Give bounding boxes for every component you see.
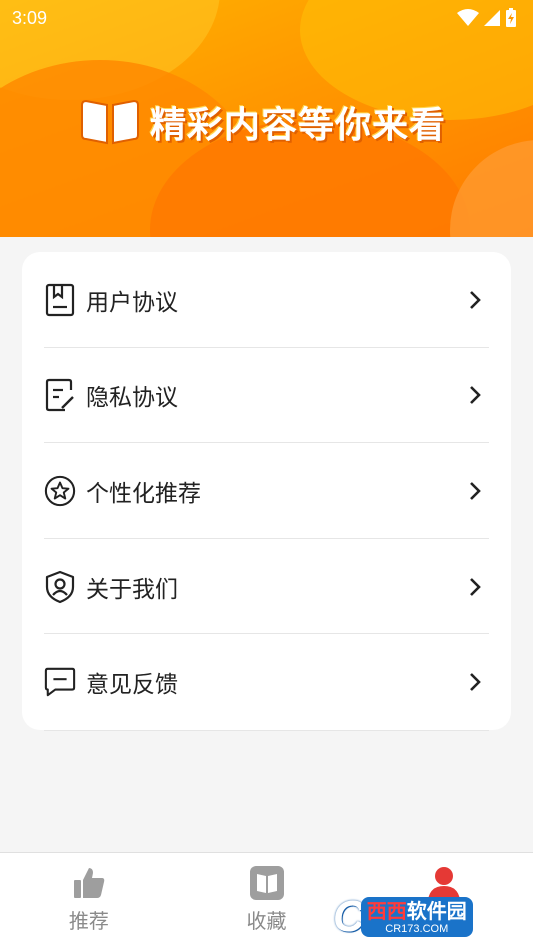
menu-item-user-agreement[interactable]: 用户协议	[22, 252, 511, 348]
tab-label: 推荐	[68, 909, 109, 933]
menu-item-label: 个性化推荐	[86, 480, 201, 507]
status-bar: 3:09	[0, 0, 533, 36]
menu-item-label: 关于我们	[86, 576, 178, 603]
open-book-icon	[81, 99, 139, 145]
watermark-title: 西西软件园	[366, 899, 467, 923]
tab-favorites[interactable]: 收藏	[178, 853, 356, 948]
book-icon	[249, 866, 284, 900]
settings-menu-card: 用户协议 隐私协议 个性化推荐 关于我们 意见反馈	[22, 252, 511, 730]
menu-item-personalized-recommendation[interactable]: 个性化推荐	[22, 443, 511, 539]
status-time: 3:09	[12, 7, 48, 28]
menu-item-feedback[interactable]: 意见反馈	[22, 634, 511, 730]
tab-label: 收藏	[246, 909, 287, 933]
watermark-logo: C 西西软件园 CR173.COM	[333, 890, 515, 944]
chevron-right-icon	[470, 386, 481, 405]
message-icon	[44, 666, 76, 698]
battery-icon	[506, 8, 516, 27]
signal-icon	[484, 10, 500, 26]
edit-document-icon	[44, 379, 76, 412]
menu-item-privacy-agreement[interactable]: 隐私协议	[22, 348, 511, 444]
chevron-right-icon	[470, 673, 481, 692]
menu-item-label: 隐私协议	[86, 385, 178, 412]
tab-recommend[interactable]: 推荐	[0, 853, 178, 948]
menu-item-about-us[interactable]: 关于我们	[22, 539, 511, 635]
document-icon	[44, 283, 76, 316]
menu-item-label: 意见反馈	[86, 672, 178, 699]
chevron-right-icon	[470, 577, 481, 596]
menu-item-label: 用户协议	[86, 289, 178, 316]
star-circle-icon	[44, 475, 76, 507]
watermark-box: 西西软件园 CR173.COM	[360, 897, 473, 937]
divider	[44, 730, 489, 731]
thumbs-up-icon	[73, 868, 105, 898]
watermark-url: CR173.COM	[385, 923, 449, 935]
banner-shape	[450, 140, 533, 237]
banner-slogan: 精彩内容等你来看	[80, 96, 446, 148]
wifi-icon	[457, 9, 479, 26]
slogan-text: 精彩内容等你来看	[150, 105, 447, 146]
shield-user-icon	[44, 570, 76, 603]
status-icons	[457, 8, 517, 28]
header-banner: 3:09 精彩内容等你来看	[0, 0, 533, 237]
chevron-right-icon	[470, 290, 481, 309]
chevron-right-icon	[470, 482, 481, 500]
